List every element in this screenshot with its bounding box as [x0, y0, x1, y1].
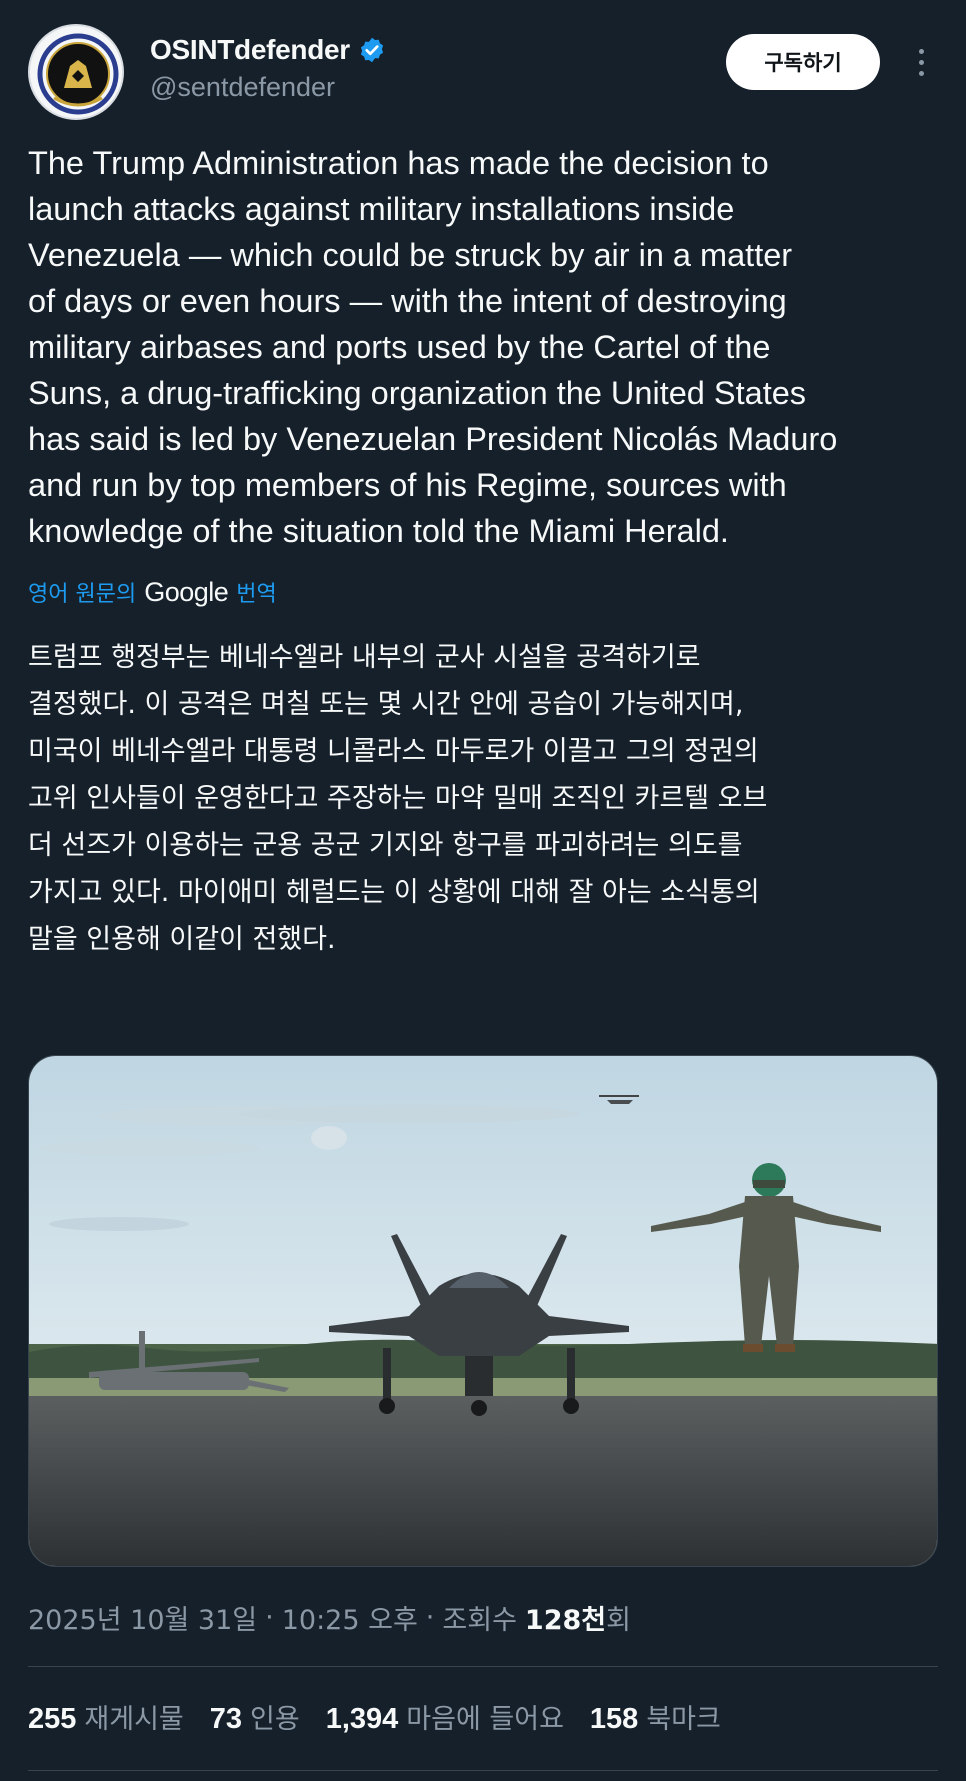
translation-suffix: 번역 [236, 582, 277, 607]
reposts-stat[interactable]: 255 재게시물 [28, 1697, 184, 1736]
reposts-label: 재게시물 [84, 1704, 184, 1735]
author-info: OSINTdefender @sentdefender [150, 34, 386, 103]
engagement-stats: 255 재게시물 73 인용 1,394 마음에 들어요 158 북마크 [28, 1697, 721, 1736]
likes-label: 마음에 들어요 [406, 1704, 564, 1735]
f35-airfield-photo [29, 1056, 937, 1566]
likes-count: 1,394 [325, 1703, 399, 1735]
bookmarks-stat[interactable]: 158 북마크 [590, 1697, 721, 1736]
more-vertical-icon[interactable] [908, 42, 934, 82]
quotes-label: 인용 [250, 1704, 300, 1735]
tweet-time[interactable]: 10:25 오후 [282, 1598, 418, 1637]
verified-badge-icon [360, 37, 384, 63]
bookmarks-label: 북마크 [646, 1704, 721, 1735]
translated-text: 트럼프 행정부는 베네수엘라 내부의 군사 시설을 공격하기로 결정했다. 이 … [28, 642, 768, 955]
meta-separator: · [425, 1602, 435, 1633]
tweet-photo[interactable] [28, 1055, 938, 1567]
tweet-date[interactable]: 2025년 10월 31일 [28, 1598, 257, 1637]
author-avatar[interactable] [28, 24, 124, 120]
quotes-stat[interactable]: 73 인용 [210, 1697, 300, 1736]
meta-separator: · [265, 1602, 274, 1633]
subscribe-button[interactable]: 구독하기 [726, 34, 880, 90]
divider [28, 1666, 938, 1667]
translation-attribution[interactable]: 영어 원문의 Google 번역 [28, 576, 277, 608]
divider [28, 1770, 938, 1771]
views-label: 조회수 [442, 1605, 517, 1636]
tweet-header: OSINTdefender @sentdefender 구독하기 [28, 24, 938, 120]
tweet-meta: 2025년 10월 31일 · 10:25 오후 · 조회수 128천 회 [28, 1598, 631, 1637]
osint-logo-icon [32, 28, 122, 118]
likes-stat[interactable]: 1,394 마음에 들어요 [326, 1697, 564, 1736]
reposts-count: 255 [28, 1703, 77, 1735]
translation-prefix: 영어 원문의 [28, 582, 137, 607]
views-suffix: 회 [606, 1605, 631, 1636]
bookmarks-count: 158 [589, 1703, 639, 1735]
google-brand: Google [144, 576, 229, 607]
author-handle[interactable]: @sentdefender [150, 72, 386, 103]
tweet-text: The Trump Administration has made the de… [28, 145, 838, 549]
author-display-name[interactable]: OSINTdefender [150, 34, 350, 66]
views-count: 128천 [524, 1605, 607, 1636]
quotes-count: 73 [209, 1703, 243, 1735]
